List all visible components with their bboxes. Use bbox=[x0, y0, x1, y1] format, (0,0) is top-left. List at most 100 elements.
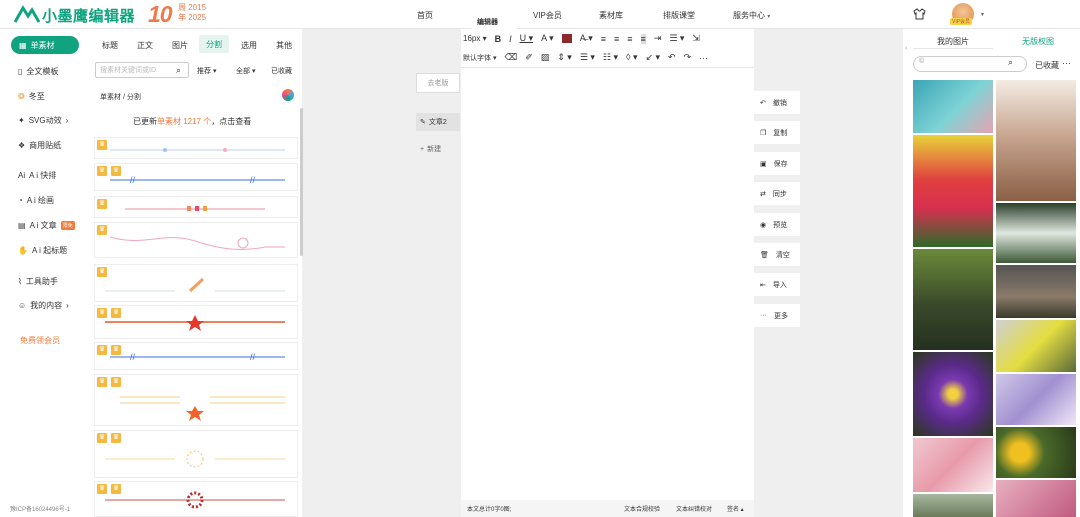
color-picker-icon[interactable] bbox=[282, 89, 294, 101]
font-size-select[interactable]: 16px ▾ bbox=[463, 34, 487, 43]
eraser-icon[interactable]: ⌫ bbox=[504, 52, 517, 63]
format-icon[interactable]: A̶ ▾ bbox=[580, 33, 593, 44]
tab-selected[interactable]: 选用 bbox=[241, 40, 257, 51]
photo-tulips[interactable] bbox=[913, 135, 993, 247]
divider-card[interactable]: ♛ ♛//// bbox=[94, 342, 298, 370]
icp-text[interactable]: 豫ICP备16024496号-1 bbox=[10, 504, 70, 513]
brush-icon[interactable]: ✐ bbox=[525, 52, 533, 63]
update-notice[interactable]: 已更新单素材 1217 个，点击查看 bbox=[133, 116, 251, 127]
tab-body[interactable]: 正文 bbox=[137, 40, 153, 51]
export-icon[interactable]: ⇲ bbox=[692, 33, 700, 44]
sidebar-item-ai-draw[interactable]: ◔ A i 绘画 bbox=[18, 195, 54, 206]
photo-sunflower[interactable] bbox=[996, 427, 1076, 478]
nav-materials[interactable]: 素材库 bbox=[599, 10, 623, 21]
photo-man-in-grass[interactable] bbox=[913, 249, 993, 350]
list-icon[interactable]: ☰ ▾ bbox=[669, 33, 684, 44]
divider-card[interactable]: ♛ ♛ bbox=[94, 305, 298, 339]
nav-vip[interactable]: VIP会员 bbox=[533, 10, 562, 21]
underline-icon[interactable]: U ▾ bbox=[520, 33, 534, 44]
tab-divider[interactable]: 分割 bbox=[199, 35, 229, 53]
filter-recommend[interactable]: 推荐 ▾ bbox=[197, 66, 216, 76]
font-family-select[interactable]: 默认字体 ▾ bbox=[463, 53, 496, 63]
sidebar-item-ai-article[interactable]: ▤ A i 文章 限免 bbox=[18, 220, 75, 231]
photo-pink-blossoms[interactable] bbox=[913, 438, 993, 492]
divider-card[interactable]: ♛ ♛ bbox=[94, 374, 298, 426]
favorites-filter[interactable]: 已收藏 bbox=[1035, 60, 1059, 71]
nav-home[interactable]: 首页 bbox=[417, 10, 433, 21]
undo-button[interactable]: ↶ 撤销 bbox=[754, 91, 800, 114]
filter-all[interactable]: 全部 ▾ bbox=[236, 66, 255, 76]
free-vip-link[interactable]: 免费领会员 bbox=[20, 335, 60, 346]
sync-button[interactable]: ⇄ 同步 bbox=[754, 182, 800, 205]
photo-ground-sprouts[interactable] bbox=[996, 265, 1076, 318]
bg-color-icon[interactable] bbox=[561, 34, 572, 43]
indent-icon[interactable]: ⇥ bbox=[654, 33, 662, 44]
line-height-icon[interactable]: ☰ ▾ bbox=[580, 52, 595, 63]
tab-title[interactable]: 标题 bbox=[102, 40, 118, 51]
divider-card[interactable]: ♛ ♛ bbox=[94, 481, 298, 517]
divider-card[interactable]: ♛ bbox=[94, 196, 298, 218]
sidebar-item-ai-title[interactable]: ✋ A i 起标题 bbox=[18, 245, 67, 256]
more-icon[interactable]: ··· bbox=[699, 53, 708, 63]
align-center-icon[interactable]: ≡ bbox=[614, 34, 619, 44]
bold-icon[interactable]: B bbox=[495, 34, 502, 44]
sidebar-item-templates[interactable]: ▯ 全文模板 bbox=[18, 66, 58, 77]
justify-icon[interactable]: ≡ bbox=[640, 33, 646, 44]
sidebar-item-my-content[interactable]: ☺ 我的内容 › bbox=[18, 300, 69, 311]
spellcheck-link[interactable]: 文本纠错校对 bbox=[676, 504, 712, 513]
tab-other[interactable]: 其他 bbox=[276, 40, 292, 51]
photo-pink-branches[interactable] bbox=[996, 480, 1076, 517]
divider-card[interactable]: ♛ bbox=[94, 264, 298, 302]
divider-card[interactable]: ♛ ♛//// bbox=[94, 163, 298, 191]
preview-button[interactable]: ◉ 预览 bbox=[754, 213, 800, 236]
photo-blossom-sky[interactable] bbox=[913, 80, 993, 133]
photo-lilac-flowers[interactable] bbox=[996, 374, 1076, 425]
divider-card[interactable]: ♛ bbox=[94, 137, 298, 159]
divider-card[interactable]: ♛ ♛ bbox=[94, 430, 298, 478]
divider-card[interactable]: ♛ bbox=[94, 222, 298, 258]
sidebar-item-svg[interactable]: ✦ SVG动效 › bbox=[18, 115, 68, 126]
clear-button[interactable]: 🗑 清空 bbox=[754, 243, 800, 266]
spacing-icon[interactable]: ⇕ ▾ bbox=[557, 52, 572, 63]
font-color-icon[interactable]: A ▾ bbox=[541, 33, 554, 44]
search-icon[interactable]: ⌕ bbox=[1008, 57, 1013, 68]
chevron-down-icon[interactable]: ▾ bbox=[981, 11, 984, 18]
logo-text[interactable]: 小墨鹰编辑器 bbox=[42, 5, 135, 26]
favorites-filter[interactable]: 已收藏 bbox=[271, 66, 292, 76]
photo-purple-flower[interactable] bbox=[913, 352, 993, 436]
paragraph-icon[interactable]: ☷ ▾ bbox=[603, 52, 618, 63]
tab-my-images[interactable]: 我的图片 bbox=[937, 36, 969, 47]
sidebar-item-single-material[interactable]: ▦ 单素材 bbox=[11, 36, 79, 54]
article-tab[interactable]: ✎ 文章2 bbox=[416, 113, 460, 131]
tab-free-images[interactable]: 无版权图 bbox=[1022, 36, 1054, 47]
align-left-icon[interactable]: ≡ bbox=[601, 34, 606, 44]
sidebar-item-stickers[interactable]: ❖ 商用贴纸 bbox=[18, 140, 61, 151]
undo-icon[interactable]: ↶ bbox=[668, 52, 676, 63]
photo-snowdrops[interactable] bbox=[996, 203, 1076, 263]
sidebar-item-winter[interactable]: ❂ 冬至 bbox=[18, 91, 45, 102]
photo-dry-flowers[interactable] bbox=[996, 80, 1076, 201]
material-search-input[interactable]: 搜素材关键词或ID bbox=[95, 62, 189, 78]
signature-dropdown[interactable]: 签名 ▴ bbox=[727, 504, 744, 513]
photo-yellow-flowers[interactable] bbox=[996, 320, 1076, 372]
collapse-icon[interactable]: ‹ bbox=[905, 45, 907, 52]
more-button[interactable]: ··· 更多 bbox=[754, 304, 800, 327]
editor-canvas[interactable] bbox=[461, 29, 754, 517]
import-button[interactable]: ⇤ 导入 bbox=[754, 273, 800, 296]
scrollbar[interactable] bbox=[300, 108, 303, 256]
copy-button[interactable]: ❐ 复制 bbox=[754, 121, 800, 144]
compliance-check-link[interactable]: 文本合规校验 bbox=[624, 504, 660, 513]
italic-icon[interactable]: I bbox=[509, 34, 512, 44]
sidebar-item-tools[interactable]: ⌇ 工具助手 bbox=[18, 276, 58, 287]
photo-landscape[interactable] bbox=[913, 494, 993, 517]
image-icon[interactable]: ▨ bbox=[541, 52, 550, 63]
sidebar-item-ai-layout[interactable]: Ai A i 快排 bbox=[18, 170, 56, 181]
search-icon[interactable]: ⌕ bbox=[176, 65, 181, 76]
tshirt-icon[interactable] bbox=[913, 8, 926, 20]
old-version-button[interactable]: 去老版 bbox=[416, 73, 460, 93]
new-article-button[interactable]: + 新建 bbox=[416, 140, 460, 158]
nav-service[interactable]: 服务中心 ▾ bbox=[733, 10, 770, 21]
more-icon[interactable]: ··· bbox=[1062, 58, 1071, 68]
save-button[interactable]: ▣ 保存 bbox=[754, 152, 800, 175]
tab-image[interactable]: 图片 bbox=[172, 40, 188, 51]
